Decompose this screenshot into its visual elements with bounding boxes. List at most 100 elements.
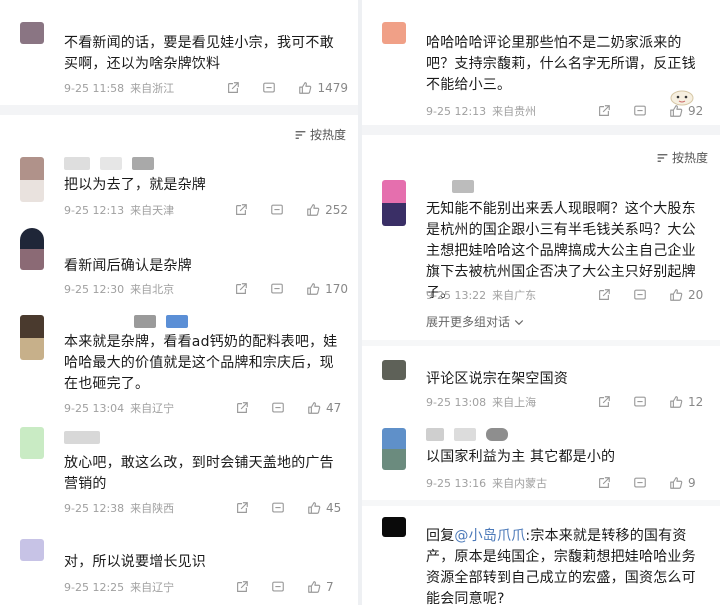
section-separator (362, 500, 720, 506)
avatar[interactable] (20, 315, 44, 360)
comment-meta: 9-25 11:58 来自浙江 1479 (64, 80, 348, 96)
like-count: 170 (325, 282, 348, 296)
comment-text: 看新闻后确认是杂牌 (64, 258, 192, 274)
comment-icon[interactable] (269, 202, 285, 218)
share-icon[interactable] (596, 287, 612, 303)
avatar[interactable] (382, 428, 406, 470)
avatar[interactable] (20, 228, 44, 270)
avatar[interactable] (382, 180, 406, 226)
share-icon[interactable] (234, 500, 250, 516)
share-icon[interactable] (596, 394, 612, 410)
like-count: 45 (326, 501, 342, 515)
comment-location: 来自陕西 (130, 502, 175, 515)
comment-icon[interactable] (261, 80, 277, 96)
comment-meta: 9-25 13:08 来自上海 12 (426, 394, 710, 410)
username-blurred[interactable] (64, 157, 154, 170)
thumbs-up-icon[interactable] (306, 400, 322, 416)
comment-location: 来自贵州 (492, 105, 537, 118)
comment-item: 不看新闻的话，要是看见娃小宗，我可不敢买啊，还以为啥杂牌饮料 9-25 11:5… (0, 0, 358, 105)
avatar[interactable] (382, 517, 406, 537)
comment-icon[interactable] (632, 287, 648, 303)
comment-date: 9-25 12:13 (426, 104, 487, 118)
comment-icon[interactable] (632, 394, 648, 410)
comment-meta: 9-25 12:30 来自北京 170 (64, 281, 348, 297)
comment-text: 对，所以说要增长见识 (64, 554, 206, 570)
comment-icon[interactable] (270, 400, 286, 416)
comment-meta: 9-25 13:04 来自辽宁 47 (64, 400, 348, 416)
comment-text: 放心吧，敢这么改，到时会铺天盖地的广告营销的 (64, 455, 334, 492)
comment-item: 无知能不能别出来丢人现眼啊？这个大股东是杭州的国企跟小三有半毛钱关系吗？大公主想… (362, 172, 720, 342)
comment-item: 看新闻后确认是杂牌 9-25 12:30 来自北京 170 (0, 228, 358, 308)
comment-date: 9-25 12:30 (64, 282, 125, 296)
thumbs-up-icon[interactable] (668, 103, 684, 119)
like-count: 20 (688, 288, 704, 302)
avatar[interactable] (20, 22, 44, 44)
thumbs-up-icon[interactable] (305, 202, 321, 218)
avatar[interactable] (382, 22, 406, 44)
comment-date: 9-25 13:08 (426, 395, 487, 409)
comment-meta: 9-25 13:22 来自广东 20 (426, 287, 710, 303)
avatar[interactable] (382, 360, 406, 380)
comment-meta: 9-25 13:16 来自内蒙古 9 (426, 475, 710, 491)
comment-item: 对，所以说要增长见识 9-25 12:25 来自辽宁 7 (0, 535, 358, 605)
expand-replies-link[interactable]: 展开更多组对话 (426, 313, 525, 330)
comment-date: 9-25 13:04 (64, 401, 125, 415)
avatar[interactable] (20, 157, 44, 202)
like-count: 47 (326, 401, 342, 415)
mention-link[interactable]: @小岛爪爪 (454, 528, 525, 544)
thumbs-up-icon[interactable] (306, 579, 322, 595)
avatar[interactable] (20, 427, 44, 459)
username-blurred[interactable] (452, 180, 474, 193)
section-separator (0, 105, 358, 115)
username-blurred[interactable] (64, 431, 100, 444)
comment-text: 以国家利益为主 其它都是小的 (426, 449, 616, 465)
like-count: 7 (326, 580, 334, 594)
thumbs-up-icon[interactable] (668, 287, 684, 303)
expand-replies-label: 展开更多组对话 (426, 315, 511, 329)
username-blurred[interactable] (426, 428, 508, 441)
comment-date: 9-25 11:58 (64, 81, 125, 95)
comment-location: 来自内蒙古 (492, 477, 548, 490)
share-icon[interactable] (596, 475, 612, 491)
sort-label: 按热度 (671, 151, 708, 165)
comment-location: 来自天津 (130, 204, 175, 217)
share-icon[interactable] (225, 80, 241, 96)
comment-icon[interactable] (632, 103, 648, 119)
thumbs-up-icon[interactable] (306, 500, 322, 516)
thumbs-up-icon[interactable] (297, 80, 313, 96)
sort-icon (656, 151, 669, 164)
share-icon[interactable] (234, 400, 250, 416)
share-icon[interactable] (596, 103, 612, 119)
comment-meta: 9-25 12:13 来自贵州 92 (426, 103, 710, 119)
share-icon[interactable] (233, 281, 249, 297)
thumbs-up-icon[interactable] (305, 281, 321, 297)
comment-icon[interactable] (270, 579, 286, 595)
comment-icon[interactable] (632, 475, 648, 491)
comment-text: 评论区说宗在架空国资 (426, 371, 568, 387)
comment-item: 评论区说宗在架空国资 9-25 13:08 来自上海 12 (362, 352, 720, 414)
comment-icon[interactable] (270, 500, 286, 516)
comment-icon[interactable] (269, 281, 285, 297)
like-count: 9 (688, 476, 696, 490)
comment-item: 本来就是杂牌，看看ad钙奶的配料表吧，娃哈哈最大的价值就是这个品牌和宗庆后，现在… (0, 312, 358, 422)
comment-item: 把以为去了，就是杂牌 9-25 12:13 来自天津 252 (0, 150, 358, 230)
share-icon[interactable] (234, 579, 250, 595)
sort-toggle[interactable]: 按热度 (294, 126, 346, 143)
comment-text: 把以为去了，就是杂牌 (64, 177, 206, 193)
avatar[interactable] (20, 539, 44, 561)
share-icon[interactable] (233, 202, 249, 218)
left-comment-panel: 不看新闻的话，要是看见娃小宗，我可不敢买啊，还以为啥杂牌饮料 9-25 11:5… (0, 0, 358, 605)
thumbs-up-icon[interactable] (668, 394, 684, 410)
comment-location: 来自辽宁 (130, 581, 175, 594)
sort-label: 按热度 (309, 128, 346, 142)
comment-item: 以国家利益为主 其它都是小的 9-25 13:16 来自内蒙古 9 (362, 424, 720, 494)
comment-date: 9-25 13:16 (426, 476, 487, 490)
sort-toggle[interactable]: 按热度 (656, 149, 708, 166)
comment-meta: 9-25 12:25 来自辽宁 7 (64, 579, 348, 595)
comment-meta: 9-25 12:13 来自天津 252 (64, 202, 348, 218)
comment-text: 本来就是杂牌，看看ad钙奶的配料表吧，娃哈哈最大的价值就是这个品牌和宗庆后，现在… (64, 334, 338, 392)
thumbs-up-icon[interactable] (668, 475, 684, 491)
comment-location: 来自浙江 (130, 82, 175, 95)
username-blurred[interactable] (134, 315, 188, 328)
comment-location: 来自上海 (492, 396, 537, 409)
